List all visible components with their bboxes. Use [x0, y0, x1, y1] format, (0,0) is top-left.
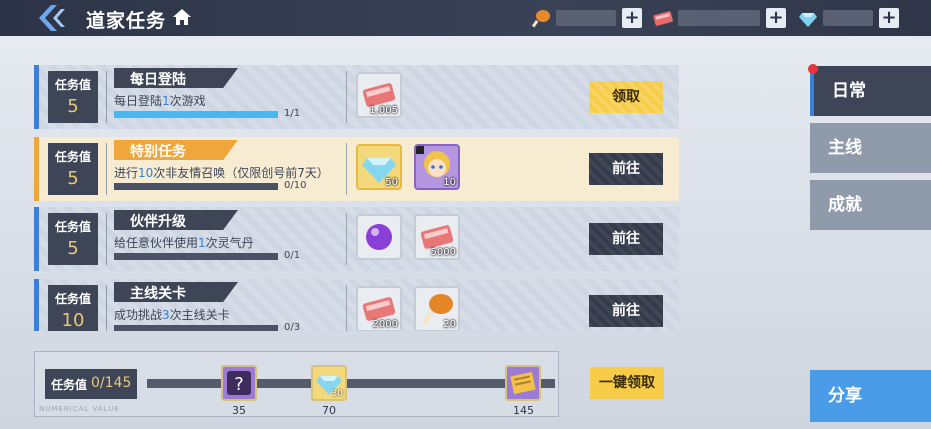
add-diamond-button[interactable]: + — [879, 8, 899, 28]
reward-count: 50 — [385, 177, 398, 188]
reward-count: 5000 — [430, 247, 456, 258]
task-progress-text: 1/1 — [284, 108, 301, 119]
divider — [106, 213, 107, 265]
total-points-box: 任务值 0/145 — [45, 369, 137, 399]
task-description: 每日登陆1次游戏 — [114, 94, 206, 108]
task-description: 成功挑战3次主线关卡 — [114, 308, 230, 322]
reward-item[interactable]: 20 — [414, 286, 460, 331]
task-row: 任务值 5 特别任务 进行10次非友情召唤（仅限创号前7天） 0/10 50 1… — [34, 137, 679, 201]
reward-item[interactable]: 2000 — [356, 286, 402, 331]
task-points-value: 5 — [67, 238, 79, 259]
add-drumstick-button[interactable]: + — [622, 8, 642, 28]
divider — [106, 143, 107, 195]
task-title: 特别任务 — [130, 144, 186, 160]
go-button[interactable]: 前往 — [589, 153, 663, 185]
reward-item[interactable] — [356, 214, 402, 260]
page-title: 道家任务 — [86, 10, 167, 32]
reward-count: 2000 — [372, 319, 398, 330]
resource-drumstick: + — [530, 6, 642, 30]
reward-count: 20 — [443, 319, 456, 330]
task-progress-bar — [114, 253, 278, 260]
task-progress-text: 0/3 — [284, 322, 301, 331]
task-row: 任务值 10 主线关卡 成功挑战3次主线关卡 0/3 2000 20 前往 — [34, 279, 679, 331]
resource-amount-bar — [823, 10, 873, 26]
task-progress-bar — [114, 111, 278, 118]
mystery-box-icon: ? — [227, 371, 251, 395]
drumstick-icon — [531, 10, 550, 28]
share-button[interactable]: 分享 — [810, 370, 931, 422]
task-points-label: 任务值 — [54, 150, 91, 164]
numerical-value-label: NUMERICAL VALUE — [39, 405, 120, 413]
task-title: 每日登陆 — [130, 72, 186, 88]
tab-daily[interactable]: 日常 — [810, 66, 931, 116]
task-row: 任务值 5 伙伴升级 给任意伙伴使用1次灵气丹 0/1 5000 前往 — [34, 207, 679, 271]
claim-button[interactable]: 领取 — [589, 81, 663, 113]
task-progress-text: 0/10 — [284, 180, 307, 191]
task-description: 给任意伙伴使用1次灵气丹 — [114, 236, 254, 250]
task-row: 任务值 5 每日登陆 每日登陆1次游戏 1/1 1,005 领取 — [34, 65, 679, 129]
divider — [346, 213, 347, 265]
milestone-chest-145[interactable] — [505, 365, 541, 401]
add-ticket-button[interactable]: + — [766, 8, 786, 28]
reward-count: 1,005 — [369, 105, 398, 116]
divider — [346, 285, 347, 331]
ticket-icon — [653, 11, 673, 26]
tab-achievements[interactable]: 成就 — [810, 180, 931, 230]
task-points-label: 任务值 — [54, 292, 91, 306]
diamond-icon — [799, 13, 817, 27]
claim-all-button[interactable]: 一键领取 — [590, 367, 664, 399]
svg-text:?: ? — [234, 374, 244, 395]
task-points-label: 任务值 — [54, 220, 91, 234]
task-points-box: 任务值 5 — [48, 143, 98, 195]
task-points-value: 5 — [67, 168, 79, 189]
resource-amount-bar — [678, 10, 760, 26]
go-button[interactable]: 前往 — [589, 295, 663, 327]
points-progress-panel: 任务值 0/145 NUMERICAL VALUE ? 35 30 70 145 — [34, 351, 559, 417]
total-points-label: 任务值 — [51, 378, 88, 392]
purple-orb-icon — [366, 224, 392, 250]
back-button[interactable] — [30, 2, 74, 34]
task-points-box: 任务值 10 — [48, 285, 98, 331]
golden-book-icon — [510, 371, 536, 395]
resource-ticket: + — [652, 6, 786, 30]
points-track — [147, 379, 555, 388]
total-points-value: 0/145 — [91, 375, 132, 391]
task-progress-text: 0/1 — [284, 250, 301, 261]
milestone-chest-70[interactable]: 30 — [311, 365, 347, 401]
back-arrow-icon — [39, 5, 65, 31]
reward-item[interactable]: 5000 — [414, 214, 460, 260]
divider — [346, 71, 347, 123]
milestone-value: 35 — [232, 404, 246, 417]
resource-amount-bar — [556, 10, 616, 26]
divider — [346, 143, 347, 195]
divider — [106, 71, 107, 123]
task-points-value: 10 — [61, 310, 85, 331]
task-points-box: 任务值 5 — [48, 71, 98, 123]
top-bar: 道家任务 + + + — [0, 0, 931, 36]
go-button[interactable]: 前往 — [589, 223, 663, 255]
notification-dot — [808, 64, 818, 74]
home-icon[interactable] — [172, 7, 192, 27]
task-title: 伙伴升级 — [130, 214, 186, 230]
milestone-reward-count: 30 — [331, 389, 343, 399]
divider — [106, 285, 107, 331]
task-progress-bar — [114, 325, 278, 331]
reward-item[interactable]: 1,005 — [356, 72, 402, 118]
resource-diamond: + — [797, 6, 899, 30]
task-points-box: 任务值 5 — [48, 213, 98, 265]
task-progress-fill — [114, 111, 278, 118]
task-progress-bar — [114, 183, 278, 190]
reward-item[interactable]: 50 — [356, 144, 402, 190]
milestone-value: 70 — [322, 404, 336, 417]
milestone-value: 145 — [513, 404, 534, 417]
reward-count: 10 — [443, 177, 456, 188]
task-title: 主线关卡 — [130, 286, 186, 302]
task-description: 进行10次非友情召唤（仅限创号前7天） — [114, 166, 329, 180]
reward-item[interactable]: 10 — [414, 144, 460, 190]
milestone-chest-35[interactable]: ? — [221, 365, 257, 401]
task-points-label: 任务值 — [54, 78, 91, 92]
tab-main-story[interactable]: 主线 — [810, 123, 931, 173]
task-points-value: 5 — [67, 96, 79, 117]
